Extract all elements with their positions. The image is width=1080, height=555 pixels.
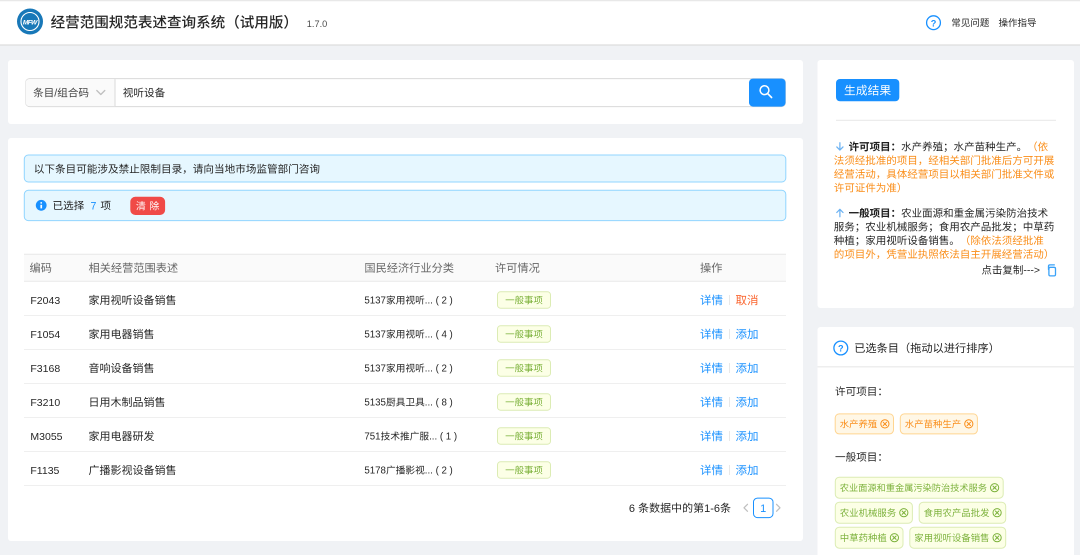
svg-text:... ( 1 ): ... ( 1 ) — [429, 432, 457, 443]
svg-text:5178: 5178 — [364, 466, 386, 477]
svg-text:F2043: F2043 — [30, 295, 60, 307]
svg-text:F3210: F3210 — [30, 397, 60, 409]
svg-text:... ( 8 ): ... ( 8 ) — [425, 398, 453, 409]
svg-text:--->: ---> — [1023, 265, 1040, 277]
svg-text:1.7.0: 1.7.0 — [307, 19, 327, 29]
svg-text:F1135: F1135 — [30, 465, 59, 477]
svg-text:6: 6 — [629, 503, 635, 515]
svg-text:/: / — [54, 88, 57, 100]
svg-text:1-6: 1-6 — [704, 503, 720, 515]
svg-text:... ( 4 ): ... ( 4 ) — [425, 330, 453, 341]
svg-text:F3168: F3168 — [30, 363, 60, 375]
svg-text:F1054: F1054 — [30, 329, 60, 341]
svg-text:?: ? — [931, 18, 937, 28]
svg-text:5137: 5137 — [364, 296, 386, 307]
svg-text:?: ? — [838, 344, 844, 354]
svg-text:... ( 2 ): ... ( 2 ) — [425, 296, 453, 307]
svg-text:5137: 5137 — [364, 330, 386, 341]
svg-text:... ( 2 ): ... ( 2 ) — [425, 364, 453, 375]
svg-text:... ( 2 ): ... ( 2 ) — [425, 466, 453, 477]
svg-text:751: 751 — [364, 432, 380, 443]
svg-text:1: 1 — [760, 503, 766, 515]
svg-text:5135: 5135 — [364, 398, 386, 409]
svg-text:M3055: M3055 — [30, 431, 62, 443]
svg-text:5137: 5137 — [364, 364, 386, 375]
svg-text:7: 7 — [91, 200, 97, 212]
